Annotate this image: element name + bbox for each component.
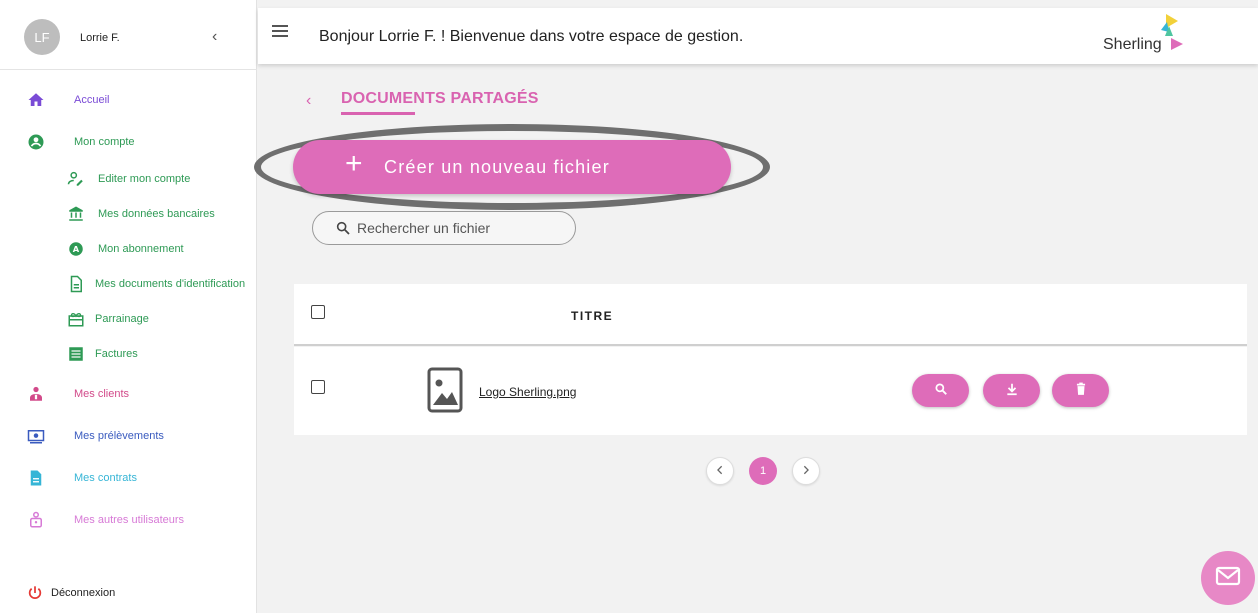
table-header: TITRE	[294, 284, 1247, 346]
power-icon	[27, 585, 43, 601]
user-name: Lorrie F.	[80, 32, 120, 44]
create-file-label: Créer un nouveau fichier	[384, 157, 610, 177]
svg-text:A: A	[73, 244, 80, 254]
sidebar-item-mes-contrats[interactable]: Mes contrats	[27, 469, 137, 487]
subscription-icon: A	[67, 240, 85, 258]
logo-text: Sherling	[1103, 36, 1162, 53]
search-icon	[934, 382, 948, 399]
chevron-left-icon	[715, 465, 725, 478]
topbar: Bonjour Lorrie F. ! Bienvenue dans votre…	[258, 8, 1258, 64]
invoice-icon	[67, 345, 85, 363]
brand-logo[interactable]: Sherling	[1103, 14, 1193, 60]
clients-icon	[27, 385, 45, 403]
create-file-button[interactable]: + Créer un nouveau fichier	[293, 140, 731, 194]
file-name-link[interactable]: Logo Sherling.png	[479, 385, 576, 399]
sidebar-item-label: Parrainage	[95, 313, 149, 325]
money-icon	[27, 427, 45, 445]
contact-button[interactable]	[1201, 551, 1255, 605]
sidebar-item-donnees-bancaires[interactable]: Mes données bancaires	[67, 205, 215, 223]
document-icon	[67, 275, 85, 293]
sidebar-item-mes-clients[interactable]: Mes clients	[27, 385, 129, 403]
title-underline	[341, 112, 415, 115]
previous-page-button[interactable]	[706, 457, 734, 485]
account-circle-icon	[27, 133, 45, 151]
next-page-button[interactable]	[792, 457, 820, 485]
row-checkbox[interactable]	[311, 380, 325, 394]
delete-button[interactable]	[1052, 374, 1109, 407]
sidebar-item-label: Mon abonnement	[98, 243, 184, 255]
sidebar-item-factures[interactable]: Factures	[67, 345, 138, 363]
sidebar-item-label: Mes documents d'identification	[95, 278, 246, 290]
sidebar-item-label: Mes prélèvements	[74, 430, 164, 442]
sidebar-item-label: Factures	[95, 348, 138, 360]
mail-icon	[1215, 566, 1241, 591]
back-icon[interactable]: ‹	[306, 92, 311, 110]
chevron-right-icon	[801, 465, 811, 478]
sidebar-item-documents-identification[interactable]: Mes documents d'identification	[67, 275, 245, 293]
sidebar-item-mon-compte[interactable]: Mon compte	[27, 133, 135, 151]
image-file-icon	[427, 367, 463, 413]
bank-icon	[67, 205, 85, 223]
sidebar-item-editer-compte[interactable]: Editer mon compte	[67, 170, 190, 188]
welcome-message: Bonjour Lorrie F. ! Bienvenue dans votre…	[319, 28, 744, 45]
contract-icon	[27, 469, 45, 487]
user-panel: LF Lorrie F. ‹	[0, 8, 257, 70]
users-icon	[27, 511, 45, 529]
logout-button[interactable]: Déconnexion	[27, 585, 115, 601]
menu-icon[interactable]	[272, 25, 288, 37]
sidebar-item-label: Mes autres utilisateurs	[74, 514, 185, 526]
edit-user-icon	[67, 170, 85, 188]
plus-icon: +	[345, 147, 363, 180]
sidebar-item-label: Editer mon compte	[98, 173, 191, 185]
search-icon	[335, 220, 351, 236]
sidebar-item-abonnement[interactable]: A Mon abonnement	[67, 240, 184, 258]
column-title[interactable]: TITRE	[571, 309, 613, 323]
sidebar-item-label: Mon compte	[74, 136, 135, 148]
collapse-sidebar-icon[interactable]: ‹	[212, 28, 217, 46]
preview-button[interactable]	[912, 374, 969, 407]
select-all-checkbox[interactable]	[311, 305, 325, 319]
trash-icon	[1074, 382, 1088, 399]
download-button[interactable]	[983, 374, 1040, 407]
sidebar-item-accueil[interactable]: Accueil	[27, 91, 109, 109]
sidebar-item-parrainage[interactable]: Parrainage	[67, 310, 149, 328]
download-icon	[1005, 382, 1019, 399]
sidebar-item-autres-utilisateurs[interactable]: Mes autres utilisateurs	[27, 511, 184, 529]
sidebar-item-label: Accueil	[74, 94, 110, 106]
sidebar-item-label: Mes données bancaires	[98, 208, 215, 220]
gift-icon	[67, 310, 85, 328]
sidebar: LF Lorrie F. ‹ Accueil Mon compte Editer…	[0, 0, 257, 613]
page-number-button[interactable]: 1	[749, 457, 777, 485]
table-row: Logo Sherling.png	[294, 347, 1247, 435]
home-icon	[27, 91, 45, 109]
sidebar-item-label: Mes clients	[74, 388, 130, 400]
avatar[interactable]: LF	[24, 19, 60, 55]
sidebar-item-label: Mes contrats	[74, 472, 137, 484]
search-input[interactable]	[357, 220, 557, 236]
logout-label: Déconnexion	[51, 587, 116, 599]
page-title: DOCUMENTS PARTAGÉS	[341, 90, 539, 107]
search-box	[312, 211, 576, 245]
sidebar-item-mes-prelevements[interactable]: Mes prélèvements	[27, 427, 164, 445]
